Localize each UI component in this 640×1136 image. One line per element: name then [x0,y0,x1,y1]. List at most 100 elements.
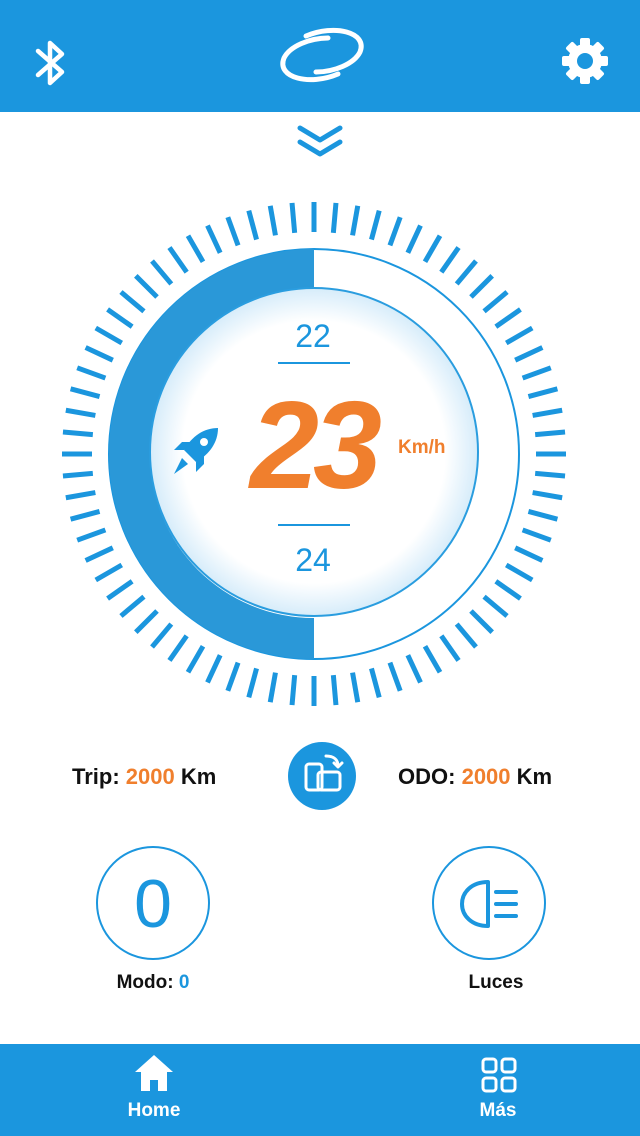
bluetooth-icon[interactable] [34,38,68,88]
swap-display-button[interactable] [288,742,356,810]
gauge-tick [469,609,494,634]
gauge-tick [534,429,566,438]
gauge-tick [534,470,566,479]
nav-more[interactable]: Más [438,1044,558,1136]
gauge-tick [65,407,96,418]
odo-stat: ODO: 2000 Km [398,764,552,790]
gauge-tick [76,527,107,543]
nav-more-label: Más [479,1100,517,1121]
gauge-tick [405,224,423,254]
gauge-tick [439,634,461,662]
gauge-tick [84,545,114,563]
gauge-tick [62,470,94,479]
gauge-tick [514,345,544,363]
bottom-nav: Home Más [0,1044,640,1136]
gauge-tick [405,654,423,684]
gauge-tick [521,365,552,381]
gauge-tick [134,274,159,299]
gauge-tick [246,667,259,699]
mode-label: Modo: [116,972,174,993]
gauge-tick [150,622,174,649]
gauge-tick [106,307,134,329]
gauge-tick [514,545,544,563]
lights-label: Luces [468,972,524,993]
gauge-tick [65,490,96,501]
gauge-tick [119,290,146,314]
trip-unit: Km [180,764,217,789]
gauge-tick [289,202,298,234]
mode-caption: Modo: 0 [94,972,212,994]
gauge-tick [330,202,339,234]
gauge-tick [205,224,223,254]
gauge-tick [330,674,339,706]
gauge-tick [205,654,223,684]
gauge-tick [527,509,559,522]
gauge-tick [134,609,159,634]
next-speed-divider [278,524,350,526]
gauge-tick [532,407,563,418]
phone-swap-icon [304,754,344,792]
double-chevron-down-icon[interactable] [296,124,344,160]
gauge-tick [94,325,123,346]
trip-value: 2000 [125,764,175,789]
gauge-tick [454,622,478,649]
gauge-tick [69,386,101,399]
odo-label: ODO: [398,764,456,789]
gauge-tick [505,325,534,346]
gauge-tick [350,672,361,703]
mode-digit: 0 [134,866,172,942]
gauge-tick [439,246,461,274]
previous-speed-divider [278,362,350,364]
gear-icon[interactable] [560,36,610,86]
gauge-tick [494,579,522,601]
gauge-tick [167,246,189,274]
gauge-tick [106,579,134,601]
gauge-tick [350,205,361,236]
gauge-tick [225,216,241,247]
gauge-tick [469,274,494,299]
lights-button[interactable] [432,846,546,960]
gauge-tick [167,634,189,662]
top-bar [0,0,640,112]
gauge-tick [185,234,206,263]
gauge-tick [482,290,509,314]
gauge-tick [532,490,563,501]
next-speed: 24 [295,542,331,578]
gauge-tick [225,661,241,692]
trip-stat: Trip: 2000 Km [72,764,216,790]
gauge-tick [267,205,278,236]
previous-speed: 22 [295,318,331,354]
gauge-tick [454,259,478,286]
grid-icon [481,1057,517,1093]
gauge-tick [521,527,552,543]
gauge-tick [387,661,403,692]
gauge-tick [69,509,101,522]
gauge-tick [84,345,114,363]
gauge-tick [185,645,206,674]
gauge-tick [482,594,509,618]
gauge-tick [150,259,174,286]
mode-button[interactable]: 0 [96,846,210,960]
trip-label: Trip: [72,764,120,789]
gauge-tick [505,562,534,583]
gauge-tick [267,672,278,703]
nav-home[interactable]: Home [94,1044,214,1136]
home-icon [135,1055,173,1091]
gauge-tick [62,429,94,438]
mode-value: 0 [178,972,190,993]
gauge-tick [76,365,107,381]
odo-unit: Km [516,764,553,789]
gauge-tick [527,386,559,399]
gauge-tick [369,667,382,699]
speed-unit: Km/h [398,437,446,458]
gauge-tick [387,216,403,247]
gauge-tick [289,674,298,706]
gauge-tick [246,209,259,241]
gauge-tick [94,562,123,583]
odo-value: 2000 [461,764,511,789]
gauge-tick [494,307,522,329]
gauge-tick [422,234,443,263]
brand-logo [280,27,364,83]
rocket-icon[interactable] [168,424,222,478]
gauge-tick [119,594,146,618]
